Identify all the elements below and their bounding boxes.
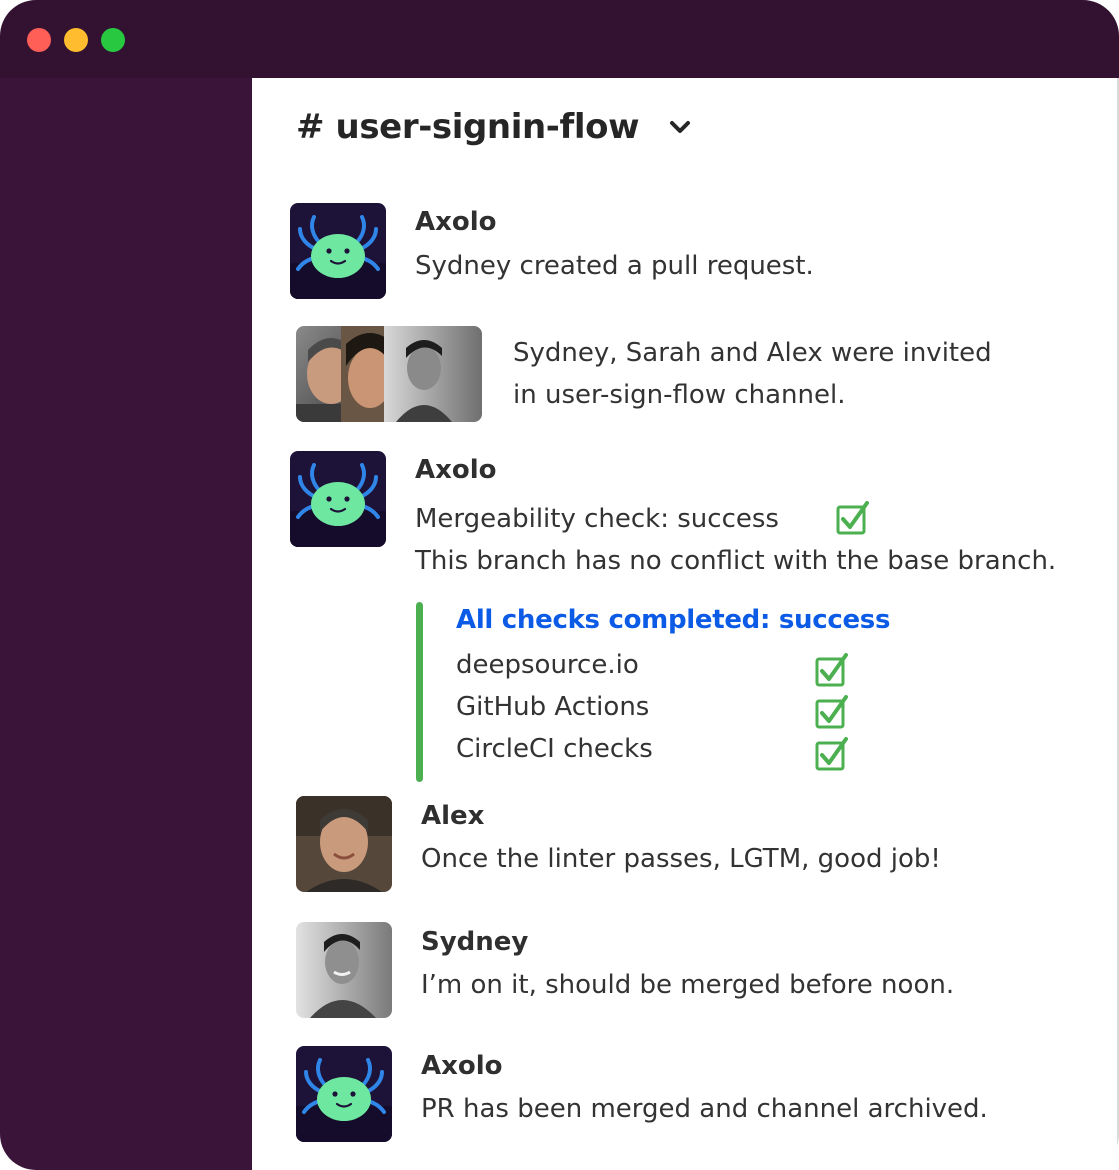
- checkbox-checked-icon: [815, 653, 849, 687]
- message-text: PR has been merged and channel archived.: [421, 1094, 988, 1124]
- message-text: Once the linter passes, LGTM, good job!: [421, 844, 941, 874]
- checkbox-checked-icon: [815, 695, 849, 729]
- checks-attachment-bar: [416, 602, 423, 782]
- group-avatars[interactable]: [296, 326, 482, 422]
- sidebar: [0, 78, 252, 1170]
- message-author[interactable]: Axolo: [421, 1051, 503, 1081]
- message-text: I’m on it, should be merged before noon.: [421, 970, 955, 1000]
- axolotl-bot-icon[interactable]: [296, 1046, 392, 1142]
- check-item-label: GitHub Actions: [456, 692, 650, 722]
- check-item-label: deepsource.io: [456, 650, 639, 680]
- title-bar: [0, 0, 1119, 78]
- checks-title[interactable]: All checks completed: success: [456, 605, 890, 635]
- message-text: This branch has no conflict with the bas…: [415, 546, 1057, 576]
- channel-header[interactable]: # user-signin-flow: [296, 102, 693, 152]
- close-window-button[interactable]: [27, 28, 51, 52]
- message-text: Sydney created a pull request.: [415, 251, 814, 281]
- message-text: Sydney, Sarah and Alex were invited: [513, 338, 992, 368]
- checkbox-checked-icon: [836, 501, 870, 535]
- checkbox-checked-icon: [815, 737, 849, 771]
- chevron-down-icon[interactable]: [667, 114, 693, 140]
- minimize-window-button[interactable]: [64, 28, 88, 52]
- message-text: in user-sign-flow channel.: [513, 380, 846, 410]
- maximize-window-button[interactable]: [101, 28, 125, 52]
- message-author[interactable]: Alex: [421, 801, 484, 831]
- app-window: # user-signin-flow Axolo Sydney created …: [0, 0, 1119, 1170]
- message-author[interactable]: Axolo: [415, 207, 497, 237]
- message-author[interactable]: Axolo: [415, 455, 497, 485]
- channel-name[interactable]: # user-signin-flow: [296, 107, 640, 147]
- message-author[interactable]: Sydney: [421, 927, 528, 957]
- user-photo-alex[interactable]: [296, 796, 392, 892]
- check-item-label: CircleCI checks: [456, 734, 653, 764]
- message-text: Mergeability check: success: [415, 504, 779, 534]
- user-photo-sydney[interactable]: [296, 922, 392, 1018]
- axolotl-bot-icon[interactable]: [290, 203, 386, 299]
- axolotl-bot-icon[interactable]: [290, 451, 386, 547]
